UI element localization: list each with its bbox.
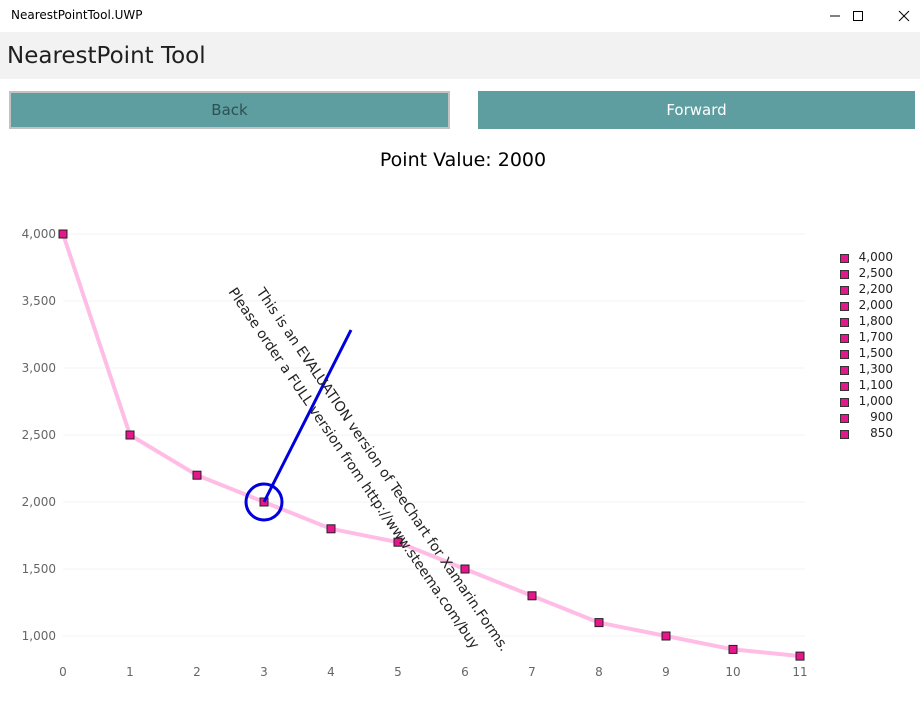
legend-label: 2,500: [858, 266, 893, 280]
legend-marker: [840, 414, 849, 423]
y-tick-label: 4,000: [22, 227, 56, 241]
data-point[interactable]: [125, 430, 135, 440]
legend-label: 1,500: [858, 346, 893, 360]
x-tick-label: 4: [327, 665, 335, 679]
y-tick-label: 2,000: [22, 495, 56, 509]
x-tick-label: 3: [260, 665, 268, 679]
x-tick-label: 7: [528, 665, 536, 679]
legend-item: 2,500: [839, 266, 899, 282]
legend-label: 1,800: [858, 314, 893, 328]
legend-item: 900: [839, 410, 899, 426]
x-tick-label: 1: [126, 665, 134, 679]
legend-item: 2,000: [839, 298, 899, 314]
legend-marker: [840, 366, 849, 375]
data-point[interactable]: [594, 618, 604, 628]
chart-legend: 4,000 2,500 2,200 2,000 1,800 1,700 1,500 1,300…: [839, 250, 899, 442]
data-point[interactable]: [58, 229, 68, 239]
legend-item: 1,100: [839, 378, 899, 394]
legend-marker: [840, 270, 849, 279]
data-point[interactable]: [527, 591, 537, 601]
legend-marker: [840, 350, 849, 359]
legend-marker: [840, 382, 849, 391]
watermark-line-2: Please order a FULL version from http://…: [225, 285, 483, 652]
y-tick-label: 2,500: [22, 428, 56, 442]
data-point[interactable]: [326, 524, 336, 534]
legend-label: 1,300: [858, 362, 893, 376]
legend-label: 850: [870, 426, 893, 440]
legend-item: 4,000: [839, 250, 899, 266]
y-tick-label: 3,500: [22, 294, 56, 308]
x-tick-label: 9: [662, 665, 670, 679]
legend-item: 1,000: [839, 394, 899, 410]
legend-item: 1,300: [839, 362, 899, 378]
data-point[interactable]: [795, 651, 805, 661]
data-point[interactable]: [728, 644, 738, 654]
legend-item: 850: [839, 426, 899, 442]
x-axis: 0 1 2 3 4 5 6 7 8 9 10 11: [59, 665, 807, 679]
x-tick-label: 5: [394, 665, 402, 679]
legend-label: 900: [870, 410, 893, 424]
data-point[interactable]: [192, 470, 202, 480]
y-tick-label: 3,000: [22, 361, 56, 375]
watermark-line-1: This is an EVALUATION version of TeeChar…: [252, 284, 512, 654]
legend-label: 2,000: [858, 298, 893, 312]
legend-label: 1,100: [858, 378, 893, 392]
legend-marker: [840, 254, 849, 263]
legend-item: 1,700: [839, 330, 899, 346]
legend-item: 1,500: [839, 346, 899, 362]
data-point[interactable]: [661, 631, 671, 641]
legend-label: 1,700: [858, 330, 893, 344]
legend-item: 2,200: [839, 282, 899, 298]
line-chart[interactable]: 1,000 1,500 2,000 2,500 3,000 3,500 4,000 0 1 2 3…: [0, 0, 920, 726]
y-axis: 1,000 1,500 2,000 2,500 3,000 3,500 4,000: [22, 227, 56, 643]
legend-label: 1,000: [858, 394, 893, 408]
legend-marker: [840, 334, 849, 343]
x-tick-label: 10: [725, 665, 740, 679]
legend-marker: [840, 398, 849, 407]
x-tick-label: 6: [461, 665, 469, 679]
x-tick-label: 0: [59, 665, 67, 679]
y-tick-label: 1,000: [22, 629, 56, 643]
x-tick-label: 11: [792, 665, 807, 679]
legend-marker: [840, 302, 849, 311]
legend-marker: [840, 286, 849, 295]
legend-label: 4,000: [858, 250, 893, 264]
legend-label: 2,200: [858, 282, 893, 296]
legend-marker: [840, 318, 849, 327]
watermark: This is an EVALUATION version of TeeChar…: [225, 284, 512, 654]
x-tick-label: 8: [595, 665, 603, 679]
y-tick-label: 1,500: [22, 562, 56, 576]
x-tick-label: 2: [193, 665, 201, 679]
legend-item: 1,800: [839, 314, 899, 330]
legend-marker: [840, 430, 849, 439]
